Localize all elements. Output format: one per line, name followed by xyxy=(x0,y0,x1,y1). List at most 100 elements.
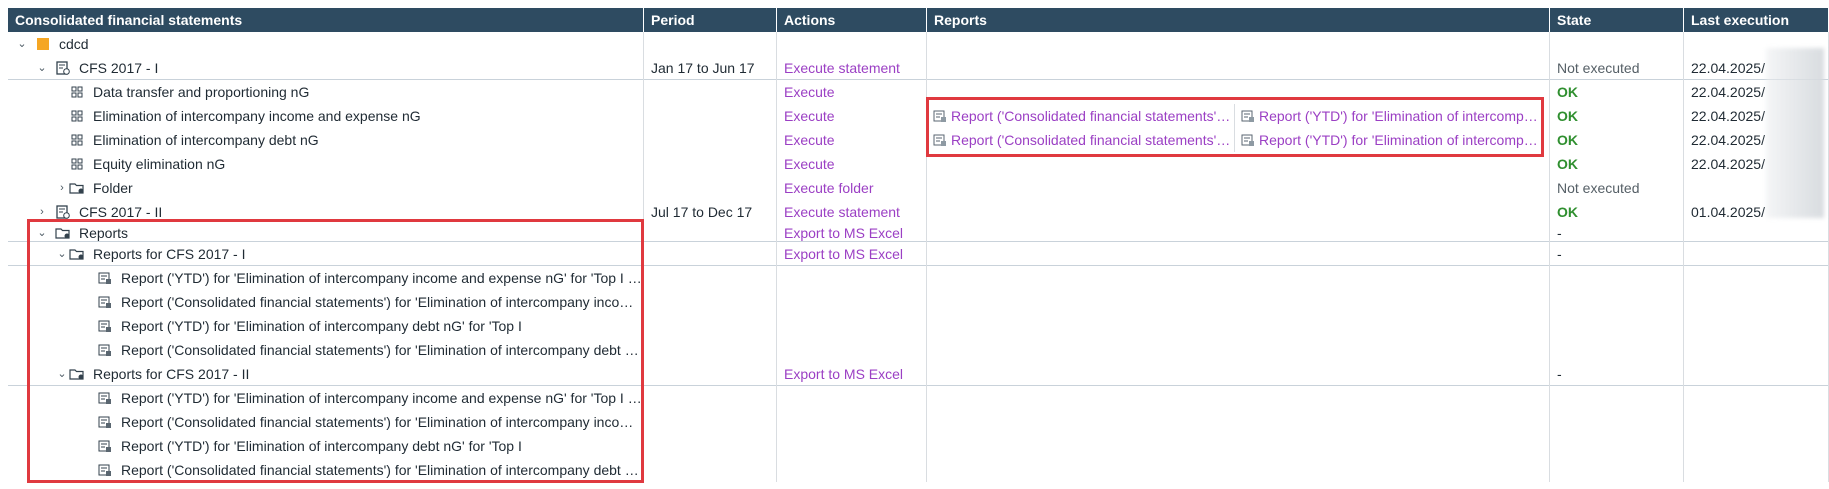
row-name[interactable]: Report ('Consolidated financial statemen… xyxy=(121,338,643,362)
table-row: › CFS 2017 - II Jul 17 to Dec 17 Execute… xyxy=(8,200,1829,224)
row-name[interactable]: Reports xyxy=(79,224,128,242)
table-row: Report ('Consolidated financial statemen… xyxy=(8,410,1829,434)
state-value: - xyxy=(1550,242,1684,266)
state-value: OK xyxy=(1550,200,1684,224)
chevron-right-icon[interactable]: › xyxy=(55,176,69,200)
statement-icon xyxy=(55,204,71,220)
row-name[interactable]: Report ('YTD') for 'Elimination of inter… xyxy=(121,434,522,458)
period-value: Jan 17 to Jun 17 xyxy=(644,56,777,80)
row-name[interactable]: Data transfer and proportioning nG xyxy=(93,80,309,104)
folder-icon xyxy=(69,180,85,196)
report-link[interactable]: Report ('Consolidated financial statemen… xyxy=(927,104,1235,128)
report-link[interactable]: Report ('YTD') for 'Elimination of inter… xyxy=(1235,104,1545,128)
statement-icon xyxy=(55,60,71,76)
state-value: - xyxy=(1550,362,1684,386)
row-name[interactable]: Reports for CFS 2017 - I xyxy=(93,242,246,266)
row-name[interactable]: Report ('YTD') for 'Elimination of inter… xyxy=(121,386,643,410)
report-icon xyxy=(97,462,113,478)
report-icon xyxy=(97,414,113,430)
report-folder-icon xyxy=(69,366,85,382)
row-name[interactable]: cdcd xyxy=(59,32,89,56)
table-row: Report ('Consolidated financial statemen… xyxy=(8,458,1829,482)
table-row: Report ('YTD') for 'Elimination of inter… xyxy=(8,386,1829,410)
chevron-down-icon[interactable]: ⌄ xyxy=(55,242,69,266)
row-name[interactable]: Report ('YTD') for 'Elimination of inter… xyxy=(121,314,522,338)
redacted-area xyxy=(1766,48,1824,218)
row-name[interactable]: Report ('Consolidated financial statemen… xyxy=(121,458,643,482)
row-name[interactable]: CFS 2017 - I xyxy=(79,56,158,80)
table-row: Report ('YTD') for 'Elimination of inter… xyxy=(8,314,1829,338)
header-last-execution[interactable]: Last execution xyxy=(1684,8,1829,32)
table-row: › Folder Execute folder Not executed xyxy=(8,176,1829,200)
export-excel-link[interactable]: Export to MS Excel xyxy=(777,242,927,266)
report-icon xyxy=(1241,110,1254,122)
chevron-down-icon[interactable]: ⌄ xyxy=(35,224,49,242)
row-name[interactable]: Reports for CFS 2017 - II xyxy=(93,362,249,386)
table-row: ⌄ cdcd xyxy=(8,32,1829,56)
table-row: Report ('Consolidated financial statemen… xyxy=(8,290,1829,314)
step-grid-icon xyxy=(69,156,85,172)
state-value: Not executed xyxy=(1550,176,1684,200)
statements-grid: Consolidated financial statements Period… xyxy=(8,8,1829,482)
report-folder-icon xyxy=(69,246,85,262)
table-row: Data transfer and proportioning nG Execu… xyxy=(8,80,1829,104)
table-row: Report ('YTD') for 'Elimination of inter… xyxy=(8,434,1829,458)
chevron-down-icon[interactable]: ⌄ xyxy=(55,362,69,386)
state-value: Not executed xyxy=(1550,56,1684,80)
company-square-icon xyxy=(35,36,51,52)
export-excel-link[interactable]: Export to MS Excel xyxy=(777,224,927,242)
row-name[interactable]: Folder xyxy=(93,176,133,200)
table-row: ⌄ Reports for CFS 2017 - I Export to MS … xyxy=(8,242,1829,266)
header-state[interactable]: State xyxy=(1550,8,1684,32)
step-grid-icon xyxy=(69,84,85,100)
row-name[interactable]: CFS 2017 - II xyxy=(79,200,162,224)
execute-link[interactable]: Execute xyxy=(777,104,927,128)
state-value: OK xyxy=(1550,104,1684,128)
row-name[interactable]: Report ('YTD') for 'Elimination of inter… xyxy=(121,266,643,290)
execute-statement-link[interactable]: Execute statement xyxy=(777,56,927,80)
table-row: Report ('YTD') for 'Elimination of inter… xyxy=(8,266,1829,290)
table-row: ⌄ CFS 2017 - I Jan 17 to Jun 17 Execute … xyxy=(8,56,1829,80)
row-name[interactable]: Report ('Consolidated financial statemen… xyxy=(121,290,643,314)
chevron-right-icon[interactable]: › xyxy=(35,200,49,224)
report-icon xyxy=(97,390,113,406)
table-row: Equity elimination nG Execute OK 22.04.2… xyxy=(8,152,1829,176)
row-name[interactable]: Report ('Consolidated financial statemen… xyxy=(121,410,643,434)
table-row: Report ('Consolidated financial statemen… xyxy=(8,338,1829,362)
state-value: OK xyxy=(1550,152,1684,176)
execute-link[interactable]: Execute xyxy=(777,80,927,104)
state-value: OK xyxy=(1550,80,1684,104)
report-icon xyxy=(97,270,113,286)
report-icon xyxy=(97,438,113,454)
table-row: Elimination of intercompany debt nG Exec… xyxy=(8,128,1829,152)
header-reports[interactable]: Reports xyxy=(927,8,1550,32)
report-icon xyxy=(97,342,113,358)
execute-folder-link[interactable]: Execute folder xyxy=(777,176,927,200)
chevron-down-icon[interactable]: ⌄ xyxy=(15,32,29,56)
export-excel-link[interactable]: Export to MS Excel xyxy=(777,362,927,386)
row-name[interactable]: Elimination of intercompany debt nG xyxy=(93,128,319,152)
row-name[interactable]: Equity elimination nG xyxy=(93,152,225,176)
report-icon xyxy=(933,110,946,122)
step-grid-icon xyxy=(69,108,85,124)
report-link[interactable]: Report ('Consolidated financial statemen… xyxy=(927,128,1235,152)
report-folder-icon xyxy=(55,225,71,241)
header-name[interactable]: Consolidated financial statements xyxy=(8,8,644,32)
execute-link[interactable]: Execute xyxy=(777,152,927,176)
table-row: Elimination of intercompany income and e… xyxy=(8,104,1829,128)
report-link[interactable]: Report ('YTD') for 'Elimination of inter… xyxy=(1235,128,1545,152)
header-period[interactable]: Period xyxy=(644,8,777,32)
period-value: Jul 17 to Dec 17 xyxy=(644,200,777,224)
execute-link[interactable]: Execute xyxy=(777,128,927,152)
chevron-down-icon[interactable]: ⌄ xyxy=(35,56,49,80)
report-icon xyxy=(97,294,113,310)
state-value: - xyxy=(1550,224,1684,242)
execute-statement-link[interactable]: Execute statement xyxy=(777,200,927,224)
state-value: OK xyxy=(1550,128,1684,152)
header-actions[interactable]: Actions xyxy=(777,8,927,32)
table-row: ⌄ Reports Export to MS Excel - xyxy=(8,224,1829,242)
grid-header: Consolidated financial statements Period… xyxy=(8,8,1829,32)
row-name[interactable]: Elimination of intercompany income and e… xyxy=(93,104,421,128)
table-row: ⌄ Reports for CFS 2017 - II Export to MS… xyxy=(8,362,1829,386)
step-grid-icon xyxy=(69,132,85,148)
